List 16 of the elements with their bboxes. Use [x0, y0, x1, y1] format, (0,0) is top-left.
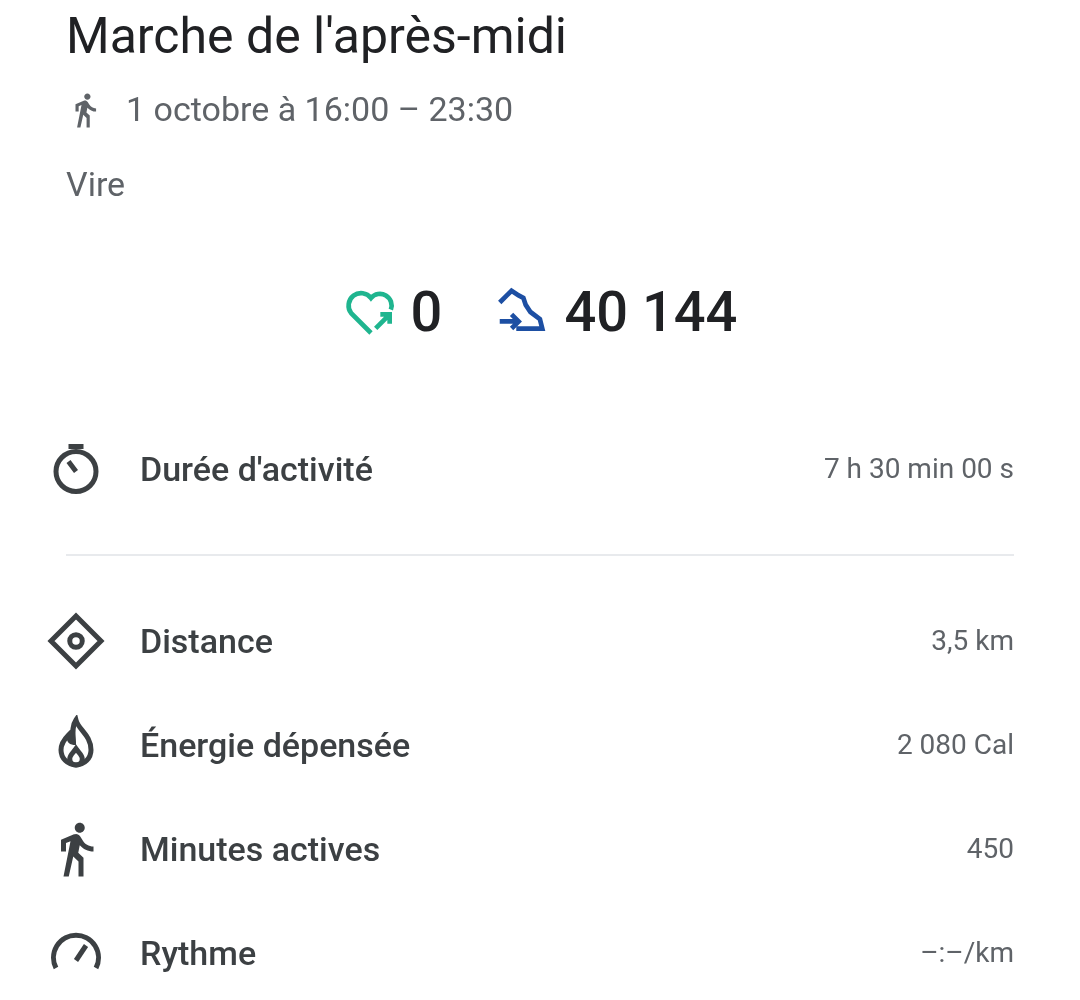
stat-label: Rythme — [140, 931, 257, 975]
stat-value: 3,5 km — [931, 623, 1014, 659]
stat-value: 450 — [966, 831, 1014, 867]
activity-location: Vire — [66, 163, 127, 206]
stat-label: Distance — [140, 619, 273, 663]
summary-value: 40 144 — [564, 278, 738, 347]
stat-value: 2 080 Cal — [896, 727, 1014, 763]
activity-time: 1 octobre à 16:00 – 23:30 — [126, 88, 514, 131]
location-diamond-icon — [46, 611, 106, 671]
activity-title: Marche de l'après-midi — [66, 6, 568, 67]
stat-label: Énergie dépensée — [140, 723, 411, 767]
stat-value: –:–/km — [920, 935, 1014, 971]
stat-value: 7 h 30 min 00 s — [823, 451, 1014, 487]
stat-label: Durée d'activité — [140, 447, 373, 491]
summary-value: 0 — [410, 278, 443, 347]
stat-label: Minutes actives — [140, 827, 381, 871]
